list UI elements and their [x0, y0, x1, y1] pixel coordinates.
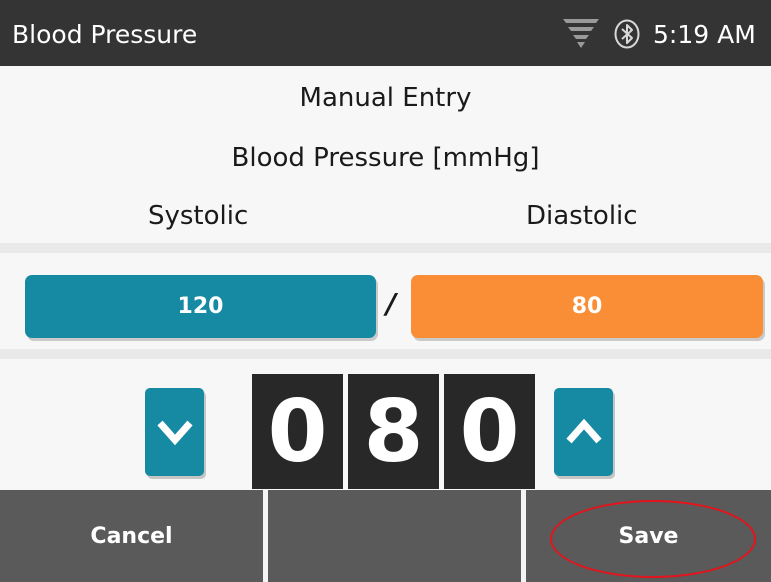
diastolic-label: Diastolic	[526, 201, 638, 231]
systolic-value-button[interactable]: 120	[25, 275, 376, 338]
app-title: Blood Pressure	[12, 20, 198, 49]
clock: 5:19 AM	[653, 20, 756, 49]
middle-softkey[interactable]	[268, 490, 521, 582]
digit-tens[interactable]: 8	[348, 374, 439, 489]
diastolic-value-button[interactable]: 80	[411, 275, 763, 338]
systolic-label: Systolic	[148, 201, 249, 231]
increment-button[interactable]	[554, 388, 613, 476]
save-highlight-circle	[550, 500, 756, 578]
chevron-down-icon	[156, 420, 193, 446]
value-separator: /	[386, 287, 397, 320]
chevron-up-icon	[565, 418, 602, 444]
decrement-button[interactable]	[145, 388, 204, 476]
wifi-signal-icon	[563, 19, 599, 48]
mode-heading: Manual Entry	[299, 83, 472, 113]
status-bar: Blood Pressure 5:19 AM	[0, 0, 771, 66]
digit-hundreds[interactable]: 0	[252, 374, 343, 489]
digit-ones[interactable]: 0	[444, 374, 535, 489]
divider	[0, 349, 771, 359]
cancel-button[interactable]: Cancel	[0, 490, 263, 582]
measure-heading: Blood Pressure [mmHg]	[231, 143, 540, 173]
bluetooth-icon	[614, 19, 640, 49]
divider	[0, 243, 771, 253]
